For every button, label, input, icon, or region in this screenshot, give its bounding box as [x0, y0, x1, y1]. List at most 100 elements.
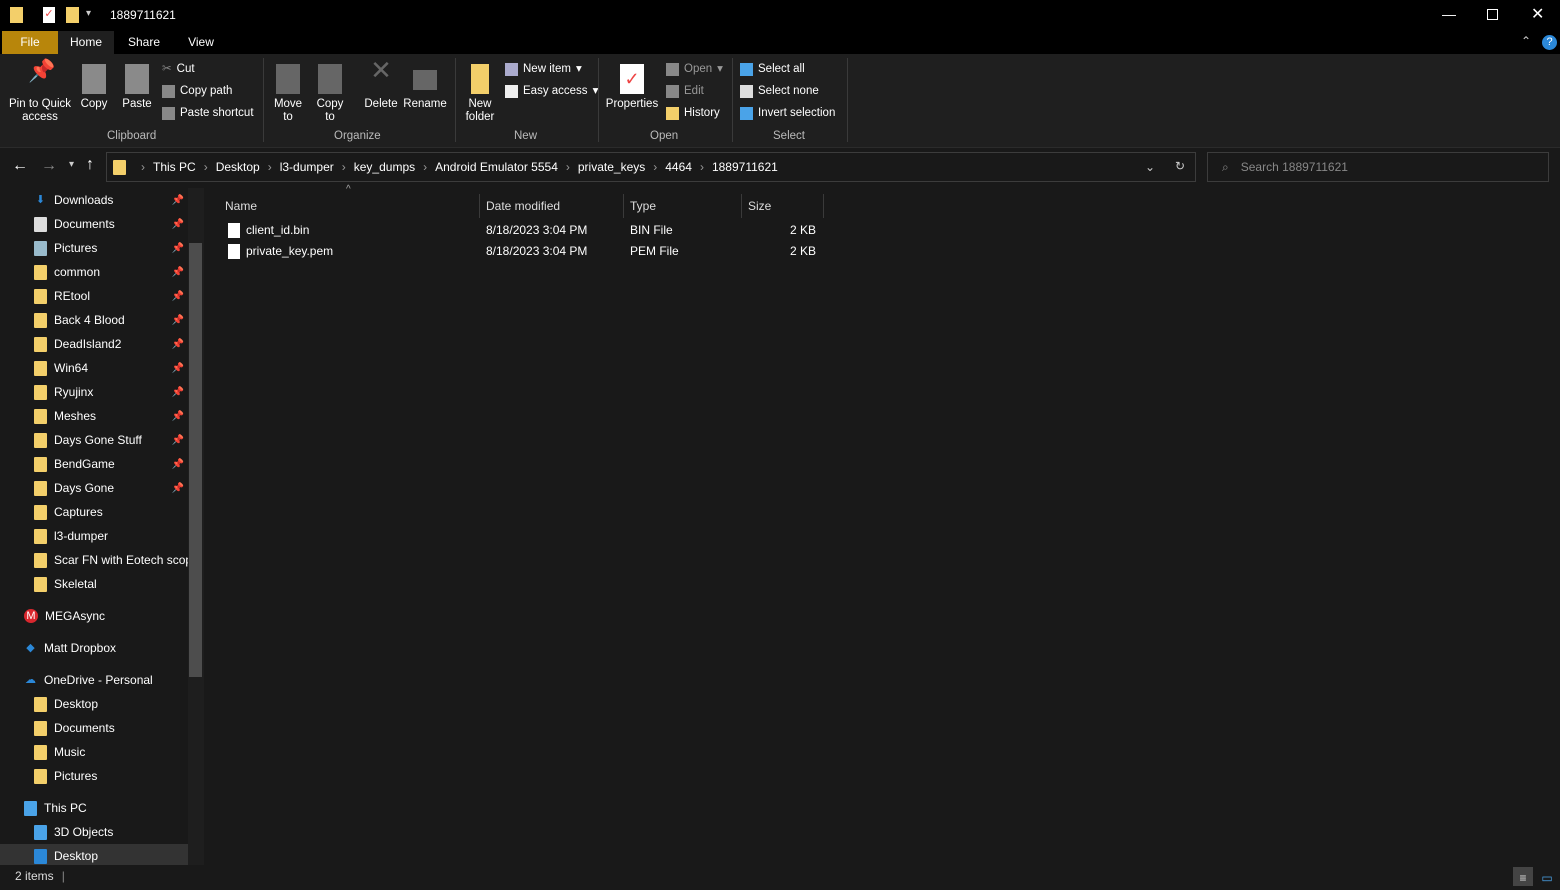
sidebar-item[interactable]: Desktop: [0, 692, 188, 716]
edit-button[interactable]: Edit: [666, 82, 704, 100]
sidebar-item[interactable]: ⬇ Downloads 📌: [0, 188, 188, 212]
sidebar-item[interactable]: Music: [0, 740, 188, 764]
sidebar-item[interactable]: l3-dumper: [0, 524, 188, 548]
copy-button[interactable]: Copy: [78, 64, 110, 111]
cut-button[interactable]: ✂ Cut: [162, 60, 195, 78]
window-title: 1889711621: [110, 8, 176, 22]
breadcrumb-chevron-icon[interactable]: ›: [342, 160, 346, 174]
sidebar-item[interactable]: BendGame 📌: [0, 452, 188, 476]
minimize-button[interactable]: —: [1442, 6, 1456, 22]
breadcrumb-chevron-icon[interactable]: ›: [566, 160, 570, 174]
sidebar-item[interactable]: M MEGAsync: [0, 604, 188, 628]
folder-icon: [34, 696, 47, 712]
large-icons-view-button[interactable]: ▭: [1537, 867, 1557, 886]
sidebar-item[interactable]: Captures: [0, 500, 188, 524]
properties-quick-icon[interactable]: ✓: [43, 7, 55, 23]
column-header-name[interactable]: Name: [219, 194, 480, 218]
tab-share[interactable]: Share: [118, 31, 170, 54]
sidebar-item[interactable]: ☁ OneDrive - Personal: [0, 668, 188, 692]
sidebar-item[interactable]: Win64 📌: [0, 356, 188, 380]
sidebar-item[interactable]: Meshes 📌: [0, 404, 188, 428]
sidebar-item[interactable]: Pictures: [0, 764, 188, 788]
breadcrumb-1[interactable]: Desktop: [216, 160, 260, 174]
open-button[interactable]: Open ▾: [666, 60, 723, 78]
desktop-icon: [34, 848, 47, 864]
breadcrumb-chevron-icon[interactable]: ›: [204, 160, 208, 174]
new-folder-quick-icon[interactable]: [66, 7, 79, 23]
address-bar[interactable]: › This PC › Desktop › l3-dumper › key_dumps › An…: [106, 152, 1196, 182]
sidebar-item[interactable]: Days Gone Stuff 📌: [0, 428, 188, 452]
sidebar-item[interactable]: Back 4 Blood 📌: [0, 308, 188, 332]
sidebar-item-label: Pictures: [54, 241, 98, 255]
file-name: client_id.bin: [246, 223, 310, 237]
label: Open: [684, 63, 713, 75]
recent-locations-button[interactable]: ▾: [69, 159, 74, 170]
tab-file[interactable]: File: [2, 31, 58, 54]
copy-to-button[interactable]: Copy to: [312, 64, 348, 124]
forward-button[interactable]: →: [41, 157, 57, 175]
sidebar-item[interactable]: Documents: [0, 716, 188, 740]
pin-quick-access-button[interactable]: 📌 Pin to Quick access: [6, 60, 74, 124]
easy-access-icon: [505, 84, 518, 98]
breadcrumb-0[interactable]: This PC: [153, 160, 196, 174]
breadcrumb-chevron-icon[interactable]: ›: [653, 160, 657, 174]
help-icon[interactable]: ?: [1542, 35, 1557, 50]
tab-home[interactable]: Home: [58, 31, 114, 54]
breadcrumb-chevron-icon[interactable]: ›: [700, 160, 704, 174]
sidebar-item[interactable]: DeadIsland2 📌: [0, 332, 188, 356]
sidebar-item-label: Days Gone: [54, 481, 115, 495]
file-row[interactable]: client_id.bin 8/18/2023 3:04 PM BIN File…: [220, 220, 820, 241]
breadcrumb-chevron-icon[interactable]: ›: [423, 160, 427, 174]
easy-access-button[interactable]: Easy access ▾: [505, 82, 598, 100]
invert-selection-button[interactable]: Invert selection: [740, 104, 835, 122]
sidebar-item[interactable]: common 📌: [0, 260, 188, 284]
copy-path-button[interactable]: Copy path: [162, 82, 232, 100]
scrollbar-thumb[interactable]: [189, 243, 202, 677]
maximize-button[interactable]: [1487, 9, 1498, 20]
column-header-type[interactable]: Type: [624, 194, 742, 218]
breadcrumb-chevron-icon[interactable]: ›: [268, 160, 272, 174]
sidebar-item[interactable]: Days Gone 📌: [0, 476, 188, 500]
sidebar-item[interactable]: REtool 📌: [0, 284, 188, 308]
new-folder-button[interactable]: New folder: [460, 64, 500, 124]
sidebar-scrollbar[interactable]: [188, 188, 204, 865]
sidebar-item[interactable]: Scar FN with Eotech scop: [0, 548, 188, 572]
rename-button[interactable]: Rename: [403, 64, 447, 111]
breadcrumb-7[interactable]: 1889711621: [712, 160, 778, 174]
breadcrumb-3[interactable]: key_dumps: [354, 160, 415, 174]
file-row[interactable]: private_key.pem 8/18/2023 3:04 PM PEM Fi…: [220, 241, 820, 262]
sidebar-item-label: 3D Objects: [54, 825, 114, 839]
properties-button[interactable]: ✓ Properties: [604, 64, 660, 111]
search-input[interactable]: ⌕ Search 1889711621: [1207, 152, 1549, 182]
column-header-size[interactable]: Size: [742, 194, 824, 218]
sidebar-item[interactable]: 3D Objects: [0, 820, 188, 844]
select-all-button[interactable]: Select all: [740, 60, 805, 78]
address-dropdown-icon[interactable]: ⌄: [1145, 160, 1155, 174]
back-button[interactable]: ←: [12, 157, 28, 175]
breadcrumb-5[interactable]: private_keys: [578, 160, 645, 174]
delete-button[interactable]: ✕ Delete: [362, 57, 400, 111]
move-to-button[interactable]: Move to: [270, 64, 306, 124]
sidebar-item[interactable]: Skeletal: [0, 572, 188, 596]
new-item-button[interactable]: New item ▾: [505, 60, 582, 78]
up-button[interactable]: ↑: [86, 156, 94, 174]
refresh-icon[interactable]: ↻: [1175, 159, 1185, 173]
history-button[interactable]: History: [666, 104, 720, 122]
sidebar-item[interactable]: Documents 📌: [0, 212, 188, 236]
breadcrumb-4[interactable]: Android Emulator 5554: [435, 160, 558, 174]
collapse-ribbon-icon[interactable]: ⌃: [1521, 34, 1531, 48]
customize-toolbar-icon[interactable]: ▾: [86, 8, 91, 19]
paste-button[interactable]: Paste: [120, 64, 154, 111]
sidebar-item[interactable]: ◆ Matt Dropbox: [0, 636, 188, 660]
tab-view[interactable]: View: [176, 31, 226, 54]
paste-shortcut-button[interactable]: Paste shortcut: [162, 104, 254, 122]
sidebar-item[interactable]: Ryujinx 📌: [0, 380, 188, 404]
select-none-button[interactable]: Select none: [740, 82, 819, 100]
sidebar-item[interactable]: Pictures 📌: [0, 236, 188, 260]
close-button[interactable]: ✕: [1531, 4, 1544, 24]
column-header-date[interactable]: Date modified: [480, 194, 624, 218]
sidebar-item[interactable]: This PC: [0, 796, 188, 820]
breadcrumb-2[interactable]: l3-dumper: [280, 160, 334, 174]
details-view-button[interactable]: ≡: [1513, 867, 1533, 886]
breadcrumb-6[interactable]: 4464: [665, 160, 692, 174]
